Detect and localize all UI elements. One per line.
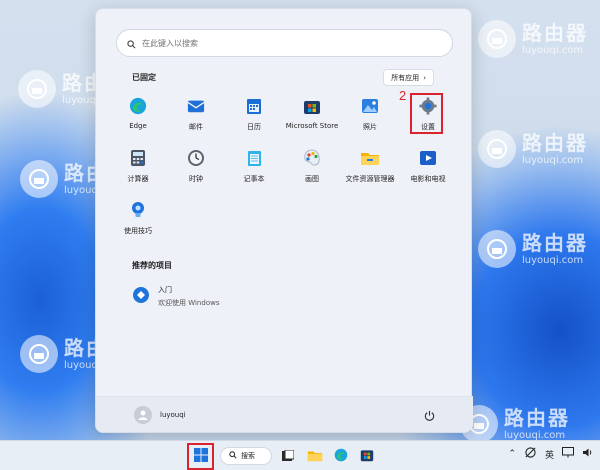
pinned-app-clock[interactable]: 时钟 [167, 148, 225, 188]
store-icon [302, 96, 322, 116]
router-logo-icon [20, 160, 58, 198]
task-view-icon [282, 447, 295, 466]
pinned-app-notepad[interactable]: 记事本 [225, 148, 283, 188]
watermark-main: 路由器 [522, 20, 588, 45]
edge-icon [128, 96, 148, 116]
taskbar-edge[interactable] [332, 447, 350, 465]
calculator-icon [128, 148, 148, 168]
router-logo-icon [18, 70, 56, 108]
search-icon [127, 34, 136, 53]
app-label: 照片 [363, 123, 377, 131]
settings-highlight-box [410, 93, 443, 134]
app-label: 文件资源管理器 [345, 175, 395, 183]
input-method-indicator[interactable]: 英 [545, 448, 554, 461]
photos-icon [360, 96, 380, 116]
app-label: 邮件 [189, 123, 203, 131]
watermark-sub: luyouqi.com [522, 254, 584, 266]
recommended-item-get-started[interactable]: 入门 欢迎使用 Windows [132, 285, 219, 308]
pinned-app-edge[interactable]: Edge [109, 96, 167, 136]
start-menu: 已固定 所有应用 › Edge 邮件 日历 Microsoft [95, 8, 473, 433]
recommended-item-title: 入门 [158, 286, 172, 294]
app-label: 计算器 [127, 175, 149, 183]
calendar-icon [244, 96, 264, 116]
taskbar-search-label: 搜索 [241, 452, 255, 460]
app-label: 电影和电视 [410, 175, 446, 183]
paint-icon [302, 148, 322, 168]
taskbar-file-explorer[interactable] [306, 447, 324, 465]
recommended-item-subtitle: 欢迎使用 Windows [158, 299, 220, 307]
folder-icon [307, 447, 323, 466]
movies-icon [418, 148, 438, 168]
network-icon[interactable] [524, 447, 537, 461]
edge-icon [334, 447, 348, 466]
all-apps-label: 所有应用 [391, 73, 420, 82]
power-icon [424, 406, 435, 425]
clock-icon [186, 148, 206, 168]
taskbar: 搜索 ⌃ 英 [0, 440, 600, 470]
pinned-apps-grid: Edge 邮件 日历 Microsoft Store 照片 设置 计算器 时钟 … [109, 96, 459, 240]
all-apps-button[interactable]: 所有应用 › [383, 69, 434, 86]
user-name: luyouqi [160, 411, 186, 419]
pinned-app-paint[interactable]: 画图 [283, 148, 341, 188]
start-menu-footer: luyouqi [96, 396, 473, 432]
pinned-app-movies-tv[interactable]: 电影和电视 [399, 148, 457, 188]
search-input[interactable] [142, 38, 432, 48]
store-icon [360, 447, 374, 466]
notepad-icon [244, 148, 264, 168]
watermark: 路由器luyouqi.com [478, 130, 588, 168]
search-icon [229, 451, 237, 461]
pinned-app-calendar[interactable]: 日历 [225, 96, 283, 136]
watermark-sub: luyouqi.com [504, 429, 566, 441]
user-account-button[interactable]: luyouqi [134, 406, 186, 424]
start-search-box[interactable] [116, 29, 453, 57]
watermark: 路由器luyouqi.com [460, 405, 570, 443]
router-logo-icon [478, 130, 516, 168]
windows-logo-icon [194, 447, 208, 466]
pinned-app-tips[interactable]: 使用技巧 [109, 200, 167, 240]
router-logo-icon [20, 335, 58, 373]
folder-icon [360, 148, 380, 168]
mail-icon [186, 96, 206, 116]
pinned-app-mail[interactable]: 邮件 [167, 96, 225, 136]
app-label: 记事本 [243, 175, 265, 183]
app-label: Microsoft Store [285, 122, 339, 130]
pinned-app-file-explorer[interactable]: 文件资源管理器 [341, 148, 399, 188]
watermark-sub: luyouqi.com [522, 154, 584, 166]
system-tray: ⌃ 英 [508, 447, 594, 461]
volume-icon[interactable] [582, 447, 594, 461]
watermark-main: 路由器 [522, 130, 588, 155]
watermark-sub: luyouqi.com [522, 44, 584, 56]
task-view-button[interactable] [280, 447, 296, 465]
watermark: 路由器luyouqi.com [478, 230, 588, 268]
watermark-main: 路由器 [522, 230, 588, 255]
app-label: 日历 [247, 123, 261, 131]
step-2-label: 2 [399, 88, 407, 103]
power-button[interactable] [421, 407, 437, 423]
start-button[interactable] [192, 447, 210, 465]
get-started-icon [132, 286, 150, 308]
pinned-app-store[interactable]: Microsoft Store [283, 96, 341, 136]
pinned-app-calculator[interactable]: 计算器 [109, 148, 167, 188]
taskbar-store[interactable] [358, 447, 376, 465]
watermark: 路由器luyouqi.com [478, 20, 588, 58]
taskbar-search-button[interactable]: 搜索 [220, 447, 272, 465]
app-label: 时钟 [189, 175, 203, 183]
show-hidden-icons-chevron-up-icon[interactable]: ⌃ [508, 449, 516, 459]
app-label: 使用技巧 [124, 227, 152, 235]
pinned-app-photos[interactable]: 照片 [341, 96, 399, 136]
watermark-main: 路由器 [504, 405, 570, 430]
tips-icon [128, 200, 148, 220]
router-logo-icon [478, 20, 516, 58]
router-logo-icon [478, 230, 516, 268]
recommended-section-title: 推荐的项目 [132, 261, 172, 270]
display-icon[interactable] [562, 447, 574, 461]
user-avatar-icon [134, 406, 152, 424]
pinned-section-title: 已固定 [132, 73, 156, 82]
app-label: Edge [129, 122, 147, 130]
chevron-right-icon: › [423, 73, 426, 82]
app-label: 画图 [305, 175, 319, 183]
